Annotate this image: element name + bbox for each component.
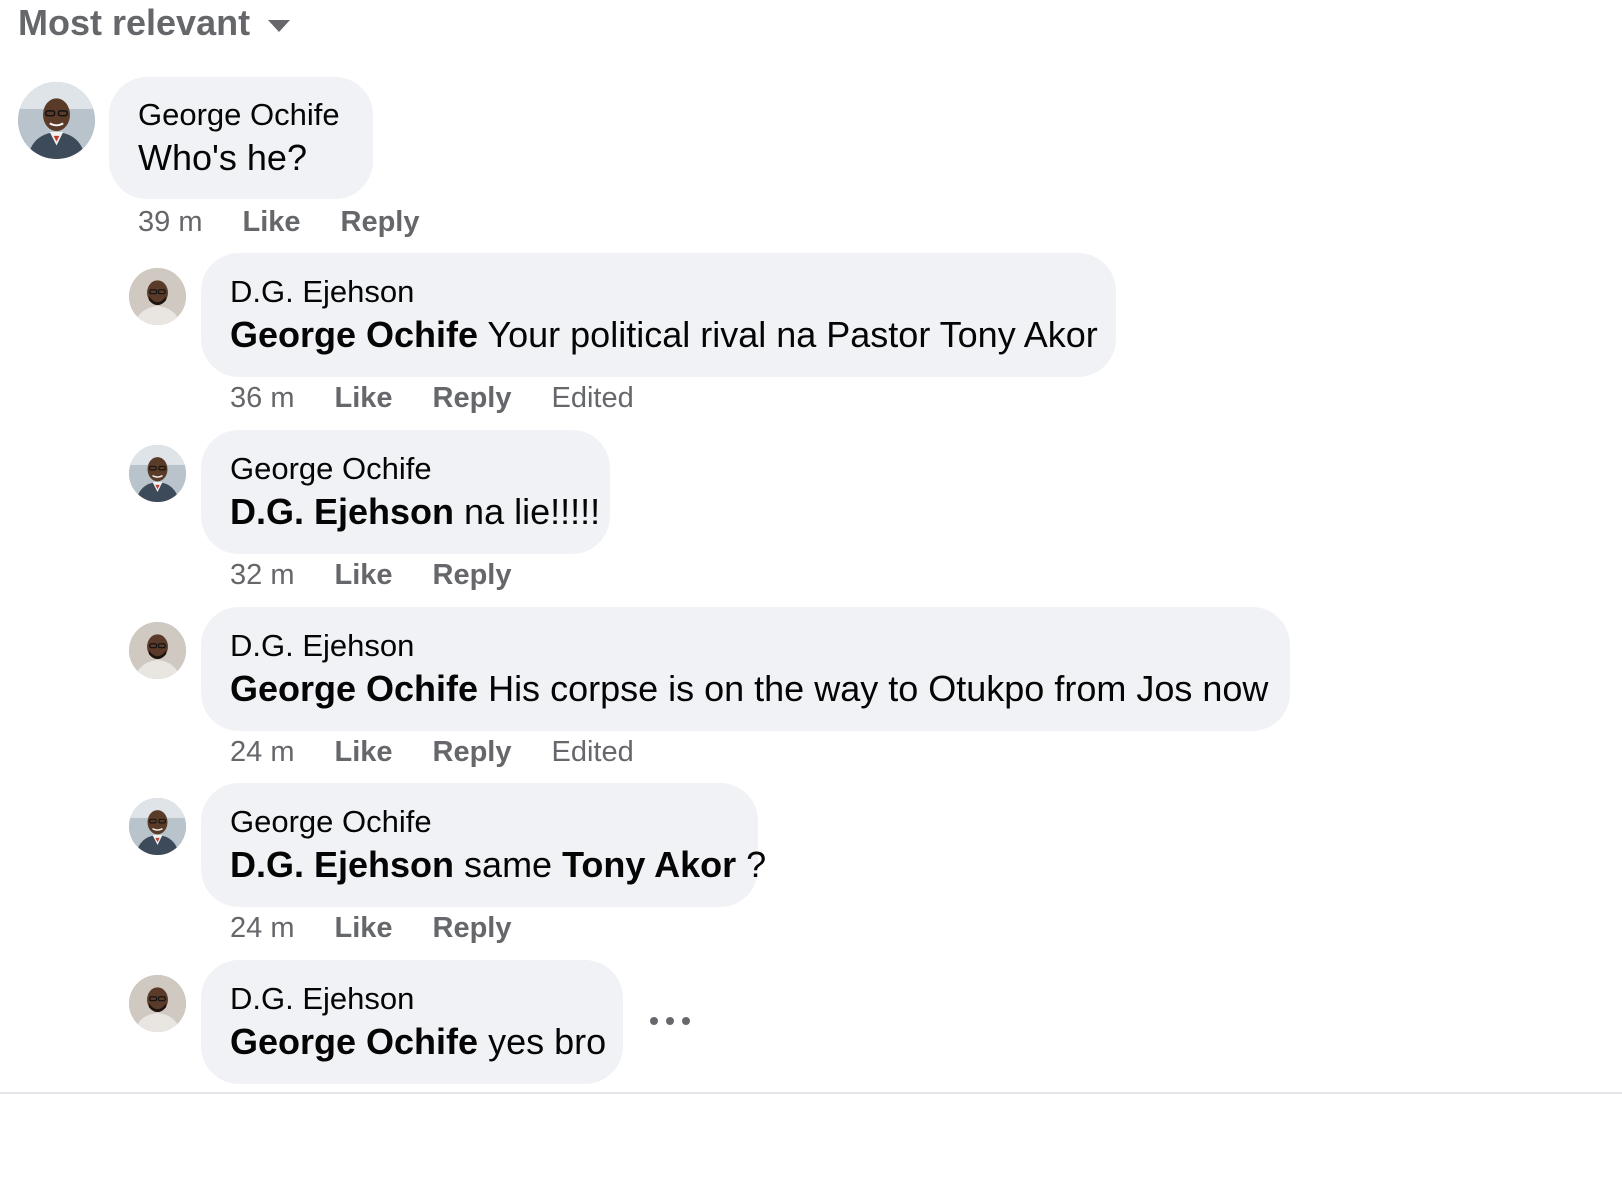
dot bbox=[666, 1017, 674, 1025]
like-button[interactable]: Like bbox=[334, 912, 392, 945]
comment-author[interactable]: George Ochife bbox=[138, 97, 373, 133]
reply-button[interactable]: Reply bbox=[433, 736, 512, 769]
reply-button[interactable]: Reply bbox=[433, 382, 512, 415]
comment-author[interactable]: D.G. Ejehson bbox=[230, 628, 1290, 664]
like-button[interactable]: Like bbox=[334, 559, 392, 592]
comment-time[interactable]: 39 m bbox=[138, 206, 202, 239]
comment-time[interactable]: 36 m bbox=[230, 382, 294, 415]
dot bbox=[682, 1017, 690, 1025]
comment-text: George Ochife His corpse is on the way t… bbox=[230, 668, 1290, 710]
comment-text: D.G. Ejehson same Tony Akor ? bbox=[230, 844, 766, 886]
comment-text: George Ochife Your political rival na Pa… bbox=[230, 314, 1116, 356]
comment-actions: 32 m Like Reply bbox=[230, 559, 552, 592]
comment-actions: 39 m Like Reply bbox=[138, 206, 460, 239]
comment-body: Who's he? bbox=[138, 137, 307, 178]
like-button[interactable]: Like bbox=[334, 382, 392, 415]
comment-text: D.G. Ejehson na lie!!!!! bbox=[230, 491, 610, 533]
mention-link[interactable]: George Ochife bbox=[230, 668, 478, 709]
mention-link[interactable]: George Ochife bbox=[230, 1021, 478, 1062]
comment-body: na lie!!!!! bbox=[454, 491, 601, 532]
comment-actions: 24 m Like Reply bbox=[230, 912, 552, 945]
edited-label: Edited bbox=[551, 382, 634, 414]
avatar-george[interactable] bbox=[129, 798, 186, 855]
comment-text: George Ochife yes bro bbox=[230, 1021, 623, 1063]
comment-author[interactable]: D.G. Ejehson bbox=[230, 981, 623, 1017]
avatar-dg[interactable] bbox=[129, 975, 186, 1032]
avatar-dg[interactable] bbox=[129, 622, 186, 679]
mention-link[interactable]: George Ochife bbox=[230, 314, 478, 355]
comment-author[interactable]: George Ochife bbox=[230, 804, 758, 840]
caret-down-icon bbox=[268, 20, 291, 32]
comment-actions: 36 m Like Reply Edited bbox=[230, 382, 634, 415]
reply-button[interactable]: Reply bbox=[433, 559, 512, 592]
like-button[interactable]: Like bbox=[242, 206, 300, 239]
more-options-icon[interactable] bbox=[650, 1004, 690, 1038]
comment-bubble: D.G. Ejehson George Ochife Your politica… bbox=[201, 253, 1116, 377]
comment-bubble: George Ochife D.G. Ejehson na lie!!!!! bbox=[201, 430, 610, 554]
like-button[interactable]: Like bbox=[334, 736, 392, 769]
edited-label: Edited bbox=[551, 736, 634, 768]
reply-button[interactable]: Reply bbox=[433, 912, 512, 945]
comment-body: His corpse is on the way to Otukpo from … bbox=[478, 668, 1269, 709]
mention-link[interactable]: D.G. Ejehson bbox=[230, 844, 454, 885]
comment-body: same bbox=[454, 844, 563, 885]
comment-bubble: D.G. Ejehson George Ochife yes bro bbox=[201, 960, 623, 1084]
mention-link[interactable]: D.G. Ejehson bbox=[230, 491, 454, 532]
comment-actions: 24 m Like Reply Edited bbox=[230, 736, 634, 769]
sort-dropdown[interactable]: Most relevant bbox=[18, 2, 291, 44]
avatar-george[interactable] bbox=[129, 445, 186, 502]
avatar-dg[interactable] bbox=[129, 268, 186, 325]
divider bbox=[0, 1092, 1622, 1094]
dot bbox=[650, 1017, 658, 1025]
comment-body: yes bro bbox=[478, 1021, 607, 1062]
comment-bubble: George Ochife D.G. Ejehson same Tony Ako… bbox=[201, 783, 766, 907]
avatar-george[interactable] bbox=[18, 82, 95, 159]
comment-body-end: ? bbox=[736, 844, 767, 885]
comment-author[interactable]: George Ochife bbox=[230, 451, 610, 487]
comment-time[interactable]: 32 m bbox=[230, 559, 294, 592]
comment-bubble: George Ochife Who's he? bbox=[109, 77, 373, 199]
mention-link[interactable]: Tony Akor bbox=[562, 844, 736, 885]
comment-time[interactable]: 24 m bbox=[230, 736, 294, 769]
comment-bubble: D.G. Ejehson George Ochife His corpse is… bbox=[201, 607, 1290, 731]
comment-time[interactable]: 24 m bbox=[230, 912, 294, 945]
comment-body: Your political rival na Pastor Tony Akor bbox=[478, 314, 1098, 355]
comment-author[interactable]: D.G. Ejehson bbox=[230, 274, 1116, 310]
comment-text: Who's he? bbox=[138, 137, 373, 179]
reply-button[interactable]: Reply bbox=[341, 206, 420, 239]
sort-label: Most relevant bbox=[18, 2, 251, 43]
